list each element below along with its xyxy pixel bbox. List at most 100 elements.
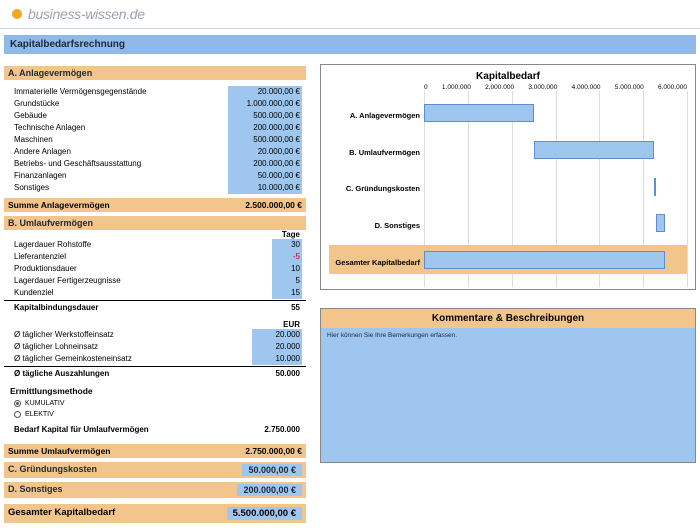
section-b-sum: Summe Umlaufvermögen 2.750.000,00 € bbox=[4, 444, 306, 458]
section-b-days-row: Lagerdauer Rohstoffe30 bbox=[4, 239, 306, 251]
item-value-input[interactable]: 20.000 bbox=[252, 329, 302, 341]
item-label: Gebäude bbox=[8, 110, 47, 122]
chart-bar bbox=[656, 214, 665, 232]
item-label: Lieferantenziel bbox=[8, 251, 66, 263]
item-value-input[interactable]: 200.000,00 € bbox=[228, 158, 302, 170]
section-b-days-row: Lieferantenziel -5 bbox=[4, 251, 306, 263]
chart-bar bbox=[424, 251, 665, 269]
section-a-row: Immaterielle Vermögensgegenstände 20.000,… bbox=[4, 86, 306, 98]
section-d-head: D. Sonstiges 200.000,00 € bbox=[4, 482, 306, 498]
chart-row: D. Sonstiges bbox=[329, 211, 687, 240]
section-b-eur-row: Ø täglicher Lohneinsatz20.000 bbox=[4, 341, 306, 353]
axis-tick: 0 bbox=[424, 84, 428, 91]
eur-col-head: EUR bbox=[4, 320, 306, 329]
section-a-row: Technische Anlagen 200.000,00 € bbox=[4, 122, 306, 134]
kbd-row: Kapitalbindungsdauer 55 bbox=[4, 302, 306, 314]
section-a-row: Betriebs- und Geschäftsausstattung 200.00… bbox=[4, 158, 306, 170]
method-head: Ermittlungsmethode bbox=[4, 384, 306, 398]
item-value-input[interactable]: 20.000,00 € bbox=[228, 86, 302, 98]
ausz-value: 50.000 bbox=[222, 368, 302, 380]
item-label: Ø täglicher Gemeinkosteneinsatz bbox=[8, 353, 132, 365]
method-elektiv-label: ELEKTIV bbox=[25, 409, 54, 420]
left-column: A. Anlagevermögen Immaterielle Vermögens… bbox=[4, 62, 306, 523]
item-value-input[interactable]: 10 bbox=[272, 263, 302, 275]
axis-tick: 4.000.000 bbox=[572, 84, 601, 91]
item-label: Maschinen bbox=[8, 134, 53, 146]
brand-dot-icon bbox=[12, 9, 22, 19]
method-elektiv[interactable]: ELEKTIV bbox=[4, 409, 306, 420]
item-label: Andere Anlagen bbox=[8, 146, 71, 158]
chart-bar bbox=[534, 141, 655, 159]
section-b-eur-row: Ø täglicher Gemeinkosteneinsatz 10.000 bbox=[4, 353, 306, 365]
page-title: Kapitalbedarfsrechnung bbox=[4, 35, 696, 54]
section-c-value: 50.000,00 € bbox=[242, 464, 302, 476]
section-c-label: C. Gründungskosten bbox=[8, 464, 97, 476]
item-label: Betriebs- und Geschäftsausstattung bbox=[8, 158, 141, 170]
item-value-input[interactable]: 20.000,00 € bbox=[228, 146, 302, 158]
method-kumulativ-label: KUMULATIV bbox=[25, 398, 65, 409]
section-b-head: B. Umlaufvermögen bbox=[4, 216, 306, 230]
chart-row: A. Anlagevermögen bbox=[329, 101, 687, 130]
section-b-sum-label: Summe Umlaufvermögen bbox=[8, 446, 111, 456]
item-label: Produktionsdauer bbox=[8, 263, 77, 275]
section-c-head: C. Gründungskosten 50.000,00 € bbox=[4, 462, 306, 478]
item-value-input[interactable]: 50.000,00 € bbox=[228, 170, 302, 182]
kbd-value: 55 bbox=[222, 302, 302, 314]
chart-row-label: Gesamter Kapitalbedarf bbox=[329, 258, 424, 267]
chart-row-label: D. Sonstiges bbox=[329, 221, 424, 230]
item-label: Lagerdauer Fertigerzeugnisse bbox=[8, 275, 121, 287]
item-value-input[interactable]: 500.000,00 € bbox=[228, 110, 302, 122]
radio-icon bbox=[14, 400, 21, 407]
chart-axis-ticks: 01.000.0002.000.0003.000.0004.000.0005.0… bbox=[329, 84, 687, 91]
item-label: Grundstücke bbox=[8, 98, 59, 110]
section-b-sum-value: 2.750.000,00 € bbox=[245, 446, 302, 456]
item-value-input[interactable]: 10.000 bbox=[252, 353, 302, 365]
item-value-input[interactable]: 500.000,00 € bbox=[228, 134, 302, 146]
item-label: Sonstiges bbox=[8, 182, 49, 194]
section-a-sum-label: Summe Anlagevermögen bbox=[8, 200, 110, 210]
axis-tick: 5.000.000 bbox=[615, 84, 644, 91]
chart-bar bbox=[654, 178, 656, 196]
chart-bar bbox=[424, 104, 534, 122]
chart-row-label: A. Anlagevermögen bbox=[329, 111, 424, 120]
kapitalbedarf-chart: Kapitalbedarf 01.000.0002.000.0003.000.0… bbox=[320, 64, 696, 290]
section-b-eur-row: Ø täglicher Werkstoffeinsatz20.000 bbox=[4, 329, 306, 341]
section-b-days-row: Produktionsdauer 10 bbox=[4, 263, 306, 275]
item-value-input[interactable]: 5 bbox=[272, 275, 302, 287]
comments-head: Kommentare & Beschreibungen bbox=[321, 309, 695, 328]
item-label: Kundenziel bbox=[8, 287, 54, 299]
item-value-input[interactable]: 15 bbox=[272, 287, 302, 299]
item-value-input[interactable]: 10.000,00 € bbox=[228, 182, 302, 194]
grand-value: 5.500.000,00 € bbox=[227, 507, 302, 520]
item-value-input[interactable]: 200.000,00 € bbox=[228, 122, 302, 134]
section-a-row: Gebäude 500.000,00 € bbox=[4, 110, 306, 122]
comments-body[interactable]: Hier können Sie Ihre Bemerkungen erfasse… bbox=[321, 328, 695, 462]
section-b-days-row: Kundenziel 15 bbox=[4, 287, 306, 299]
comments-box: Kommentare & Beschreibungen Hier können … bbox=[320, 308, 696, 463]
item-value-input[interactable]: 20.000 bbox=[252, 341, 302, 353]
radio-icon bbox=[14, 411, 21, 418]
section-a-head: A. Anlagevermögen bbox=[4, 66, 306, 80]
item-label: Technische Anlagen bbox=[8, 122, 85, 134]
section-a-sum: Summe Anlagevermögen 2.500.000,00 € bbox=[4, 198, 306, 212]
item-value-input[interactable]: 30 bbox=[272, 239, 302, 251]
section-a-row: Andere Anlagen 20.000,00 € bbox=[4, 146, 306, 158]
section-b-days-row: Lagerdauer Fertigerzeugnisse 5 bbox=[4, 275, 306, 287]
grand-total: Gesamter Kapitalbedarf 5.500.000,00 € bbox=[4, 504, 306, 523]
item-label: Immaterielle Vermögensgegenstände bbox=[8, 86, 147, 98]
section-a-row: Grundstücke 1.000.000,00 € bbox=[4, 98, 306, 110]
section-a-sum-value: 2.500.000,00 € bbox=[245, 200, 302, 210]
section-a-row: Maschinen 500.000,00 € bbox=[4, 134, 306, 146]
chart-row-label: B. Umlaufvermögen bbox=[329, 148, 424, 157]
axis-tick: 2.000.000 bbox=[485, 84, 514, 91]
chart-row-label: C. Gründungskosten bbox=[329, 184, 424, 193]
kbd-label: Kapitalbindungsdauer bbox=[8, 302, 98, 314]
method-kumulativ[interactable]: KUMULATIV bbox=[4, 398, 306, 409]
item-value-input[interactable]: -5 bbox=[272, 251, 302, 263]
section-a-row: Finanzanlagen50.000,00 € bbox=[4, 170, 306, 182]
item-value-input[interactable]: 1.000.000,00 € bbox=[228, 98, 302, 110]
brand-text: business-wissen.de bbox=[28, 6, 145, 22]
ausz-label: Ø tägliche Auszahlungen bbox=[8, 368, 109, 380]
section-a-row: Sonstiges 10.000,00 € bbox=[4, 182, 306, 194]
axis-tick: 3.000.000 bbox=[528, 84, 557, 91]
